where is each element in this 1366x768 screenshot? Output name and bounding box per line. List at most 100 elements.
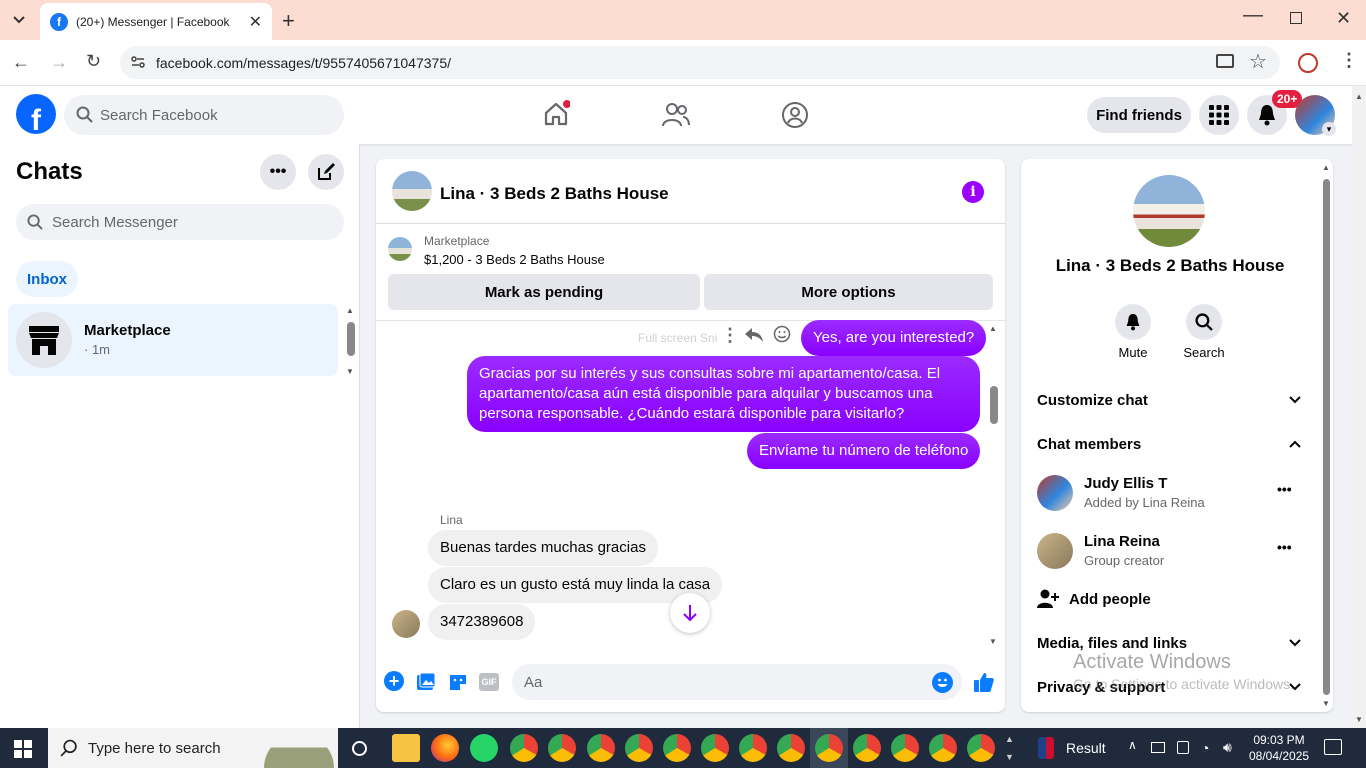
search-messenger-input[interactable]: Search Messenger [16, 204, 344, 240]
conversation-info-icon[interactable]: i [962, 181, 984, 203]
profile-icon[interactable] [1298, 53, 1318, 73]
chrome-icon[interactable] [853, 734, 881, 762]
chrome-icon[interactable] [587, 734, 615, 762]
header-divider [376, 223, 1005, 224]
mute-bell-icon[interactable] [1115, 304, 1151, 340]
message-bubble-incoming[interactable]: 3472389608 [428, 604, 536, 640]
facebook-search-input[interactable]: Search Facebook [64, 95, 344, 135]
news-result-label[interactable]: Result [1066, 740, 1106, 756]
battery-icon[interactable] [1151, 742, 1165, 753]
more-options-button[interactable]: More options [704, 274, 993, 310]
install-app-icon[interactable] [1216, 54, 1234, 68]
listing-title[interactable]: $1,200 - 3 Beds 2 Baths House [424, 252, 605, 267]
meet-now-icon[interactable] [1177, 741, 1189, 754]
conversation-panel: Lina · 3 Beds 2 Baths House i Marketplac… [376, 159, 1005, 712]
restore-icon[interactable] [1290, 12, 1302, 24]
chrome-icon[interactable] [510, 734, 538, 762]
windows-start-icon[interactable] [14, 740, 32, 758]
chrome-icon[interactable] [777, 734, 805, 762]
member-name: Lina Reina [1084, 533, 1160, 550]
page-scrollbar[interactable]: ▲ ▼ [1352, 86, 1366, 728]
member-options-icon[interactable]: ••• [1277, 539, 1292, 555]
more-actions-plus-icon[interactable]: + [384, 671, 404, 691]
new-tab-icon[interactable]: + [282, 8, 295, 34]
show-hidden-icons-icon[interactable]: ∧ [1128, 738, 1137, 752]
message-bubble-outgoing[interactable]: Yes, are you interested? [801, 320, 987, 356]
member-row[interactable]: Lina Reina Group creator ••• [1029, 527, 1313, 579]
find-friends-button[interactable]: Find friends [1087, 97, 1191, 133]
thumbs-up-icon[interactable] [973, 671, 995, 693]
chat-list-scrollbar[interactable]: ▲ ▼ [346, 306, 356, 376]
add-people-row[interactable]: Add people [1029, 584, 1313, 616]
conversation-title[interactable]: Lina · 3 Beds 2 Baths House [440, 184, 669, 204]
notification-center-icon[interactable] [1324, 739, 1342, 755]
messages-scrollbar[interactable]: ▲ ▼ [988, 324, 1000, 646]
bookmark-star-icon[interactable]: ☆ [1249, 49, 1267, 74]
facebook-logo-icon[interactable]: f [16, 94, 56, 134]
scroll-to-bottom-icon[interactable] [670, 593, 710, 633]
member-name: Judy Ellis T [1084, 475, 1168, 492]
more-options-icon[interactable]: ••• [260, 154, 296, 190]
home-icon[interactable] [542, 100, 570, 128]
new-message-icon[interactable] [308, 154, 344, 190]
reload-icon[interactable]: ↻ [86, 51, 101, 72]
chrome-icon[interactable] [929, 734, 957, 762]
wifi-icon[interactable]: ◔ [1201, 740, 1209, 756]
close-tab-icon[interactable]: ✕ [249, 12, 262, 32]
attach-photo-icon[interactable] [416, 672, 436, 692]
chrome-icon[interactable] [701, 734, 729, 762]
firefox-icon[interactable] [431, 734, 459, 762]
message-bubble-outgoing[interactable]: Envíame tu número de teléfono [747, 433, 981, 469]
conversation-item-marketplace[interactable]: Marketplace · 1m [8, 304, 338, 376]
reply-icon[interactable] [744, 326, 764, 344]
message-more-icon[interactable]: ⋮ [721, 325, 739, 346]
inbox-tab[interactable]: Inbox [16, 261, 78, 297]
browser-menu-icon[interactable]: ⋮ [1340, 50, 1358, 71]
address-bar[interactable]: facebook.com/messages/t/9557405671047375… [120, 46, 1280, 79]
tab-list-chevron-icon[interactable] [8, 10, 30, 30]
chrome-icon[interactable] [739, 734, 767, 762]
customize-chat-row[interactable]: Customize chat [1029, 385, 1313, 417]
chrome-icon[interactable] [967, 734, 995, 762]
chrome-icon[interactable] [625, 734, 653, 762]
site-info-icon[interactable] [130, 54, 146, 70]
member-row[interactable]: Judy Ellis T Added by Lina Reina ••• [1029, 469, 1313, 521]
search-in-conversation-icon[interactable] [1186, 304, 1222, 340]
react-emoji-icon[interactable] [773, 325, 791, 343]
chat-members-row[interactable]: Chat members [1029, 429, 1313, 461]
message-bubble-incoming[interactable]: Buenas tardes muchas gracias [428, 530, 658, 566]
taskbar-search-box[interactable]: Type here to search [48, 728, 338, 768]
group-avatar[interactable] [1133, 175, 1205, 247]
close-window-icon[interactable]: ✕ [1336, 8, 1351, 29]
member-options-icon[interactable]: ••• [1277, 481, 1292, 497]
friends-icon[interactable] [662, 102, 690, 128]
gif-icon[interactable]: GIF [479, 673, 499, 691]
file-explorer-icon[interactable] [392, 734, 420, 762]
groups-icon[interactable] [781, 101, 809, 129]
whatsapp-icon[interactable] [470, 734, 498, 762]
clock[interactable]: 09:03 PM 08/04/2025 [1249, 732, 1309, 764]
account-chevron-icon[interactable]: ▾ [1322, 122, 1336, 136]
back-icon[interactable]: ← [12, 52, 30, 73]
chrome-icon[interactable] [663, 734, 691, 762]
conversation-name: Marketplace [84, 322, 171, 339]
emoji-icon[interactable] [932, 672, 953, 693]
chrome-icon[interactable] [891, 734, 919, 762]
chrome-icon[interactable] [548, 734, 576, 762]
menu-grid-icon[interactable] [1199, 95, 1239, 135]
volume-icon[interactable]: 🔊︎ [1223, 739, 1232, 756]
taskbar-overflow-arrows-icon[interactable]: ▲ ▼ [1005, 730, 1014, 766]
details-scrollbar[interactable]: ▲ ▼ [1321, 163, 1331, 708]
sticker-icon[interactable] [448, 672, 468, 692]
browser-tab[interactable]: f (20+) Messenger | Facebook ✕ [40, 3, 272, 40]
mark-as-pending-button[interactable]: Mark as pending [388, 274, 700, 310]
sender-avatar[interactable] [392, 610, 420, 638]
task-view-icon[interactable] [352, 741, 367, 756]
message-bubble-outgoing[interactable]: Gracias por su interés y sus consultas s… [467, 356, 980, 432]
message-input[interactable]: Aa [512, 664, 962, 700]
forward-icon[interactable]: → [50, 52, 68, 73]
minimize-icon[interactable]: — [1243, 4, 1263, 27]
conversation-avatar[interactable] [392, 171, 432, 211]
add-people-label: Add people [1069, 591, 1151, 608]
chrome-icon[interactable] [815, 734, 843, 762]
